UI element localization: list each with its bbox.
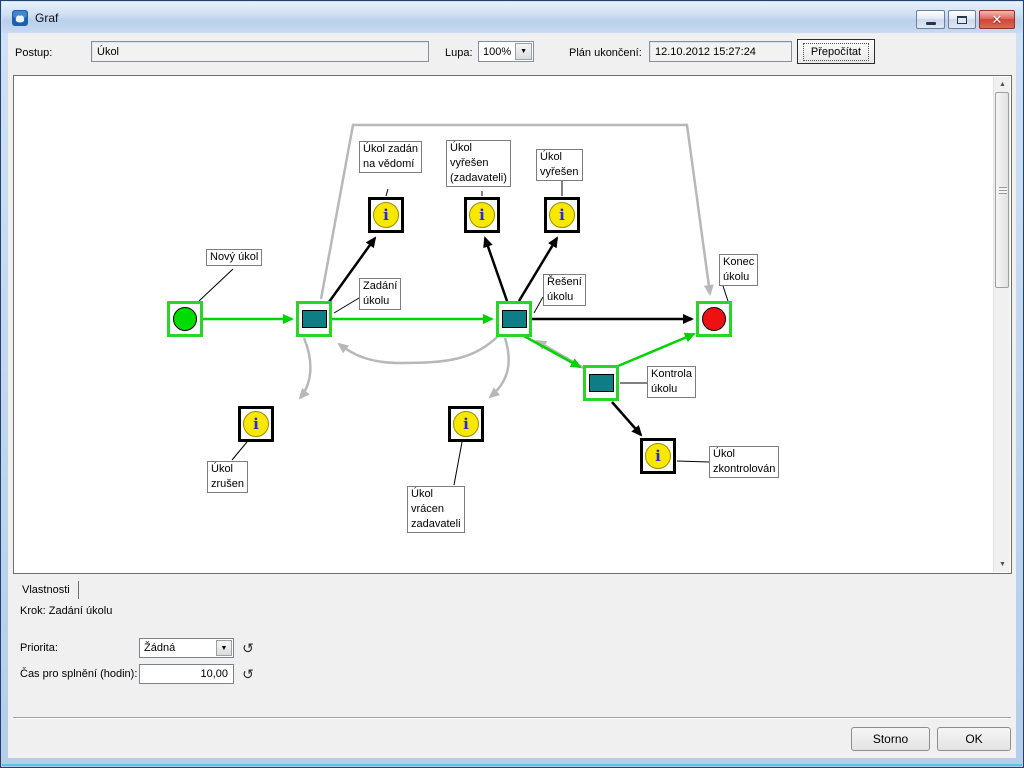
priority-reset-icon[interactable]: ↺ (240, 640, 256, 656)
properties-panel: Vlastnosti Krok: Zadání úkolu Priorita: … (8, 575, 1016, 717)
graf-dialog-window: Graf ✕ Postup: Úkol Lupa: 100% ▼ Plán uk… (0, 0, 1024, 768)
time-reset-icon[interactable]: ↺ (240, 666, 256, 682)
lupa-label: Lupa: (445, 47, 473, 59)
recalculate-label: Přepočítat (802, 42, 870, 61)
edge-kontrola-zkontrolovan (611, 401, 643, 437)
node-reseni-ukolu[interactable] (496, 301, 532, 337)
label-reseni-ukolu: Řešení úkolu (543, 274, 586, 306)
info-icon: i (469, 202, 495, 228)
label-konec-ukolu: Konec úkolu (719, 254, 759, 286)
label-ukol-vracen-zadavateli: Úkol vrácen zadavateli (407, 486, 465, 533)
label-ukol-zrusen: Úkol zrušen (207, 461, 249, 493)
edge-reseni-vracen (488, 337, 510, 399)
scroll-up-button[interactable]: ▲ (994, 77, 1011, 92)
priority-dropdown-icon[interactable]: ▼ (216, 640, 232, 656)
label-ukol-vyresen: Úkol vyřešen (536, 149, 583, 181)
time-label: Čas pro splnění (hodin): (20, 668, 138, 680)
node-konec-ukolu[interactable] (696, 301, 732, 337)
graph-canvas[interactable]: i i i i i i Nový úkol Zadání úkolu Řešen… (13, 75, 1012, 574)
titlebar[interactable]: Graf ✕ (2, 2, 1022, 33)
info-icon: i (453, 411, 479, 437)
info-icon: i (549, 202, 575, 228)
vertical-scrollbar[interactable]: ▲ ▼ (993, 77, 1010, 572)
label-zadani-ukolu: Zadání úkolu (359, 278, 402, 310)
postup-label: Postup: (15, 47, 53, 59)
minimize-button[interactable] (916, 10, 945, 29)
step-icon (588, 374, 614, 392)
label-kontrola-ukolu: Kontrola úkolu (647, 366, 696, 398)
close-icon: ✕ (991, 12, 1003, 27)
priority-label: Priorita: (20, 642, 58, 654)
scroll-down-button[interactable]: ▼ (994, 557, 1011, 572)
priority-combobox[interactable]: Žádná ▼ (139, 638, 234, 658)
edge-kontrola-konec (617, 332, 696, 368)
footer-separator (13, 717, 1011, 719)
info-icon: i (243, 411, 269, 437)
maximize-icon (957, 15, 967, 24)
node-kontrola-ukolu[interactable] (583, 365, 619, 401)
zoom-dropdown-icon[interactable]: ▼ (515, 43, 532, 60)
edge-reseni-vyresen-zadavateli (483, 236, 509, 302)
node-info-ukol-vyresen-zadavateli[interactable]: i (464, 197, 500, 233)
node-info-ukol-vyresen[interactable]: i (544, 197, 580, 233)
label-novy-ukol: Nový úkol (206, 249, 263, 266)
step-info-text: Krok: Zadání úkolu (20, 605, 113, 617)
scrollbar-grip-icon (999, 187, 1007, 194)
time-field[interactable]: 10,00 (139, 664, 234, 684)
label-ukol-vyresen-zadavateli: Úkol vyřešen (zadavateli) (446, 140, 511, 187)
plan-label: Plán ukončení: (569, 47, 642, 59)
node-info-ukol-vracen-zadavateli[interactable]: i (448, 406, 484, 442)
minimize-icon (925, 22, 936, 25)
end-circle-icon (702, 307, 726, 331)
tab-vlastnosti[interactable]: Vlastnosti (20, 581, 79, 599)
start-circle-icon (173, 307, 197, 331)
edge-zadani-zrusen (298, 337, 312, 400)
node-start-novy-ukol[interactable] (167, 301, 203, 337)
step-icon (501, 310, 527, 328)
edge-reseni-kontrola (523, 334, 582, 369)
window-title: Graf (35, 11, 59, 25)
info-icon: i (373, 202, 399, 228)
app-icon (12, 10, 28, 26)
postup-field[interactable]: Úkol (91, 41, 429, 62)
node-info-ukol-zadan-na-vedomi[interactable]: i (368, 197, 404, 233)
ok-button[interactable]: OK (937, 727, 1011, 751)
zoom-value: 100% (483, 45, 512, 58)
maximize-button[interactable] (948, 10, 976, 29)
node-info-ukol-zkontrolovan[interactable]: i (640, 438, 676, 474)
label-ukol-zkontrolovan: Úkol zkontrolován (709, 446, 780, 478)
step-icon (301, 310, 327, 328)
node-zadani-ukolu[interactable] (296, 301, 332, 337)
close-button[interactable]: ✕ (979, 10, 1015, 29)
toolbar: Postup: Úkol Lupa: 100% ▼ Plán ukončení:… (8, 33, 1016, 75)
node-info-ukol-zrusen[interactable]: i (238, 406, 274, 442)
storno-button[interactable]: Storno (851, 727, 930, 751)
edge-reseni-zadani-return (337, 335, 499, 365)
window-bottom-edge (2, 764, 1022, 766)
label-ukol-zadan-na-vedomi: Úkol zadán na vědomí (359, 141, 423, 173)
info-icon: i (645, 443, 671, 469)
zoom-combobox[interactable]: 100% ▼ (478, 41, 534, 62)
scrollbar-thumb[interactable] (995, 92, 1009, 288)
recalculate-button[interactable]: Přepočítat (797, 39, 875, 64)
priority-value: Žádná (144, 642, 176, 654)
plan-field[interactable]: 12.10.2012 15:27:24 (649, 41, 792, 62)
